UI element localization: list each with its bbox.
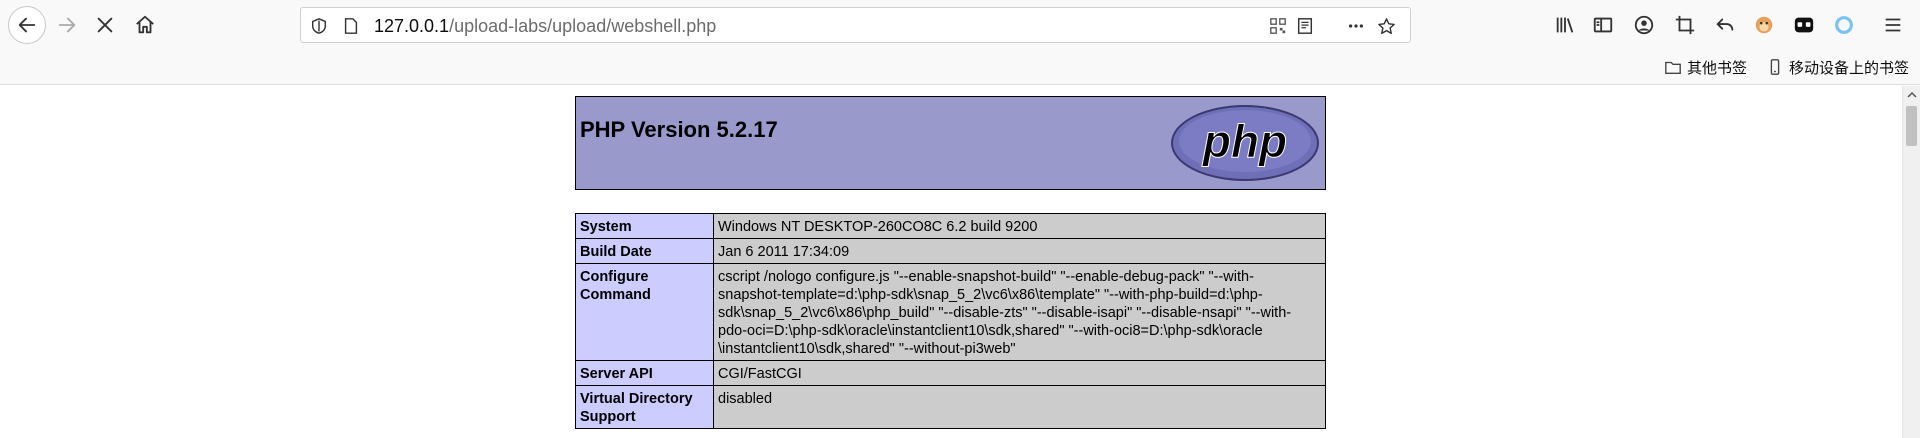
library-button[interactable] <box>1548 8 1582 42</box>
info-key-cell: System <box>575 213 714 239</box>
info-value-line: snapshot-template=d:\php-sdk\snap_5_2\vc… <box>718 287 1263 303</box>
extension-ring-button[interactable] <box>1827 8 1861 42</box>
info-key-cell: Build Date <box>575 238 714 264</box>
account-icon <box>1634 15 1654 35</box>
account-button[interactable] <box>1627 8 1661 42</box>
close-icon <box>97 17 113 33</box>
table-row: Server API CGI/FastCGI <box>575 360 1326 386</box>
info-value-line: pdo-oci=D:\php-sdk\oracle\instantclient1… <box>718 323 1263 339</box>
arrow-left-icon <box>18 17 36 33</box>
folder-icon <box>1665 61 1681 74</box>
ring-icon <box>1835 16 1853 34</box>
page-viewport: PHP Version 5.2.17 php System Windows NT… <box>0 86 1902 438</box>
info-key-line: Configure <box>580 269 649 285</box>
bookmark-star-icon[interactable] <box>1376 16 1396 36</box>
info-value-cell: cscript /nologo configure.js "--enable-s… <box>713 263 1326 361</box>
php-logo: php <box>1171 105 1319 181</box>
bookmark-folder-label: 其他书签 <box>1687 59 1748 77</box>
address-bar[interactable]: 127.0.0.1/upload-labs/upload/webshell.ph… <box>300 7 1411 43</box>
info-value-cell: Jan 6 2011 17:34:09 <box>713 238 1326 264</box>
url-text[interactable]: 127.0.0.1/upload-labs/upload/webshell.ph… <box>374 16 716 37</box>
phpinfo-page: PHP Version 5.2.17 php System Windows NT… <box>575 96 1326 429</box>
info-value-line: sdk\snap_5_2\vc6\x86\php_build" "--disab… <box>718 305 1292 321</box>
info-key-line: Virtual Directory <box>580 391 693 407</box>
mask-icon <box>1794 17 1814 33</box>
url-path: /upload-labs/upload/webshell.php <box>449 16 717 36</box>
bookmark-folder-label: 移动设备上的书签 <box>1789 59 1910 77</box>
scroll-up-button[interactable] <box>1903 86 1920 103</box>
table-row: System Windows NT DESKTOP-260CO8C 6.2 bu… <box>575 213 1326 239</box>
info-value-line: \instantclient10\sdk,shared" "--without-… <box>718 341 1016 357</box>
undo-arrow-icon <box>1716 18 1734 31</box>
info-key-cell: Virtual Directory Support <box>575 385 714 429</box>
crop-icon <box>1675 15 1695 35</box>
back-button[interactable] <box>8 6 46 44</box>
info-key-cell: Configure Command <box>575 263 714 361</box>
extension-monkey-button[interactable] <box>1747 8 1781 42</box>
bookmark-folder-mobile[interactable]: 移动设备上的书签 <box>1766 56 1909 78</box>
hamburger-menu-icon <box>1885 18 1901 32</box>
home-icon <box>136 15 154 34</box>
url-host: 127.0.0.1 <box>374 16 450 36</box>
php-version-header: PHP Version 5.2.17 php <box>575 96 1326 190</box>
bookmark-folder-other[interactable]: 其他书签 <box>1664 56 1747 78</box>
svg-text:php: php <box>1201 115 1287 167</box>
info-key-cell: Server API <box>575 360 714 386</box>
page-actions-more-icon[interactable] <box>1346 16 1366 36</box>
vertical-scrollbar[interactable] <box>1902 86 1920 438</box>
monkey-face-icon <box>1755 16 1773 34</box>
page-info-icon[interactable] <box>341 16 361 36</box>
library-icon <box>1556 17 1574 33</box>
info-key-line: Command <box>580 287 651 303</box>
qr-code-icon[interactable] <box>1268 16 1288 36</box>
chevron-up-icon <box>1906 91 1917 98</box>
sidebar-button[interactable] <box>1586 8 1620 42</box>
php-version-title: PHP Version 5.2.17 <box>580 117 778 142</box>
arrow-right-icon <box>58 17 76 33</box>
forward-button[interactable] <box>50 8 84 42</box>
scroll-thumb[interactable] <box>1906 106 1917 146</box>
extension-mask-button[interactable] <box>1787 8 1821 42</box>
info-value-cell: CGI/FastCGI <box>713 360 1326 386</box>
info-key-line: Support <box>580 409 636 425</box>
stop-loading-button[interactable] <box>88 8 122 42</box>
table-row: Build Date Jan 6 2011 17:34:09 <box>575 238 1326 264</box>
home-button[interactable] <box>128 8 162 42</box>
info-value-cell: disabled <box>713 385 1326 429</box>
tracking-protection-shield-icon[interactable] <box>309 16 329 36</box>
menu-button[interactable] <box>1876 8 1910 42</box>
reader-view-icon[interactable] <box>1295 16 1315 36</box>
undo-button[interactable] <box>1708 8 1742 42</box>
php-info-table: System Windows NT DESKTOP-260CO8C 6.2 bu… <box>575 213 1326 429</box>
info-value-cell: Windows NT DESKTOP-260CO8C 6.2 build 920… <box>713 213 1326 239</box>
screenshot-button[interactable] <box>1668 8 1702 42</box>
table-row: Virtual Directory Support disabled <box>575 385 1326 429</box>
navigation-toolbar: 127.0.0.1/upload-labs/upload/webshell.ph… <box>0 0 1920 50</box>
sidebar-icon <box>1593 17 1613 33</box>
bookmarks-toolbar: 其他书签 移动设备上的书签 <box>0 50 1920 85</box>
table-row: Configure Command cscript /nologo config… <box>575 263 1326 361</box>
info-value-line: cscript /nologo configure.js "--enable-s… <box>718 269 1254 285</box>
mobile-device-icon <box>1770 59 1780 75</box>
